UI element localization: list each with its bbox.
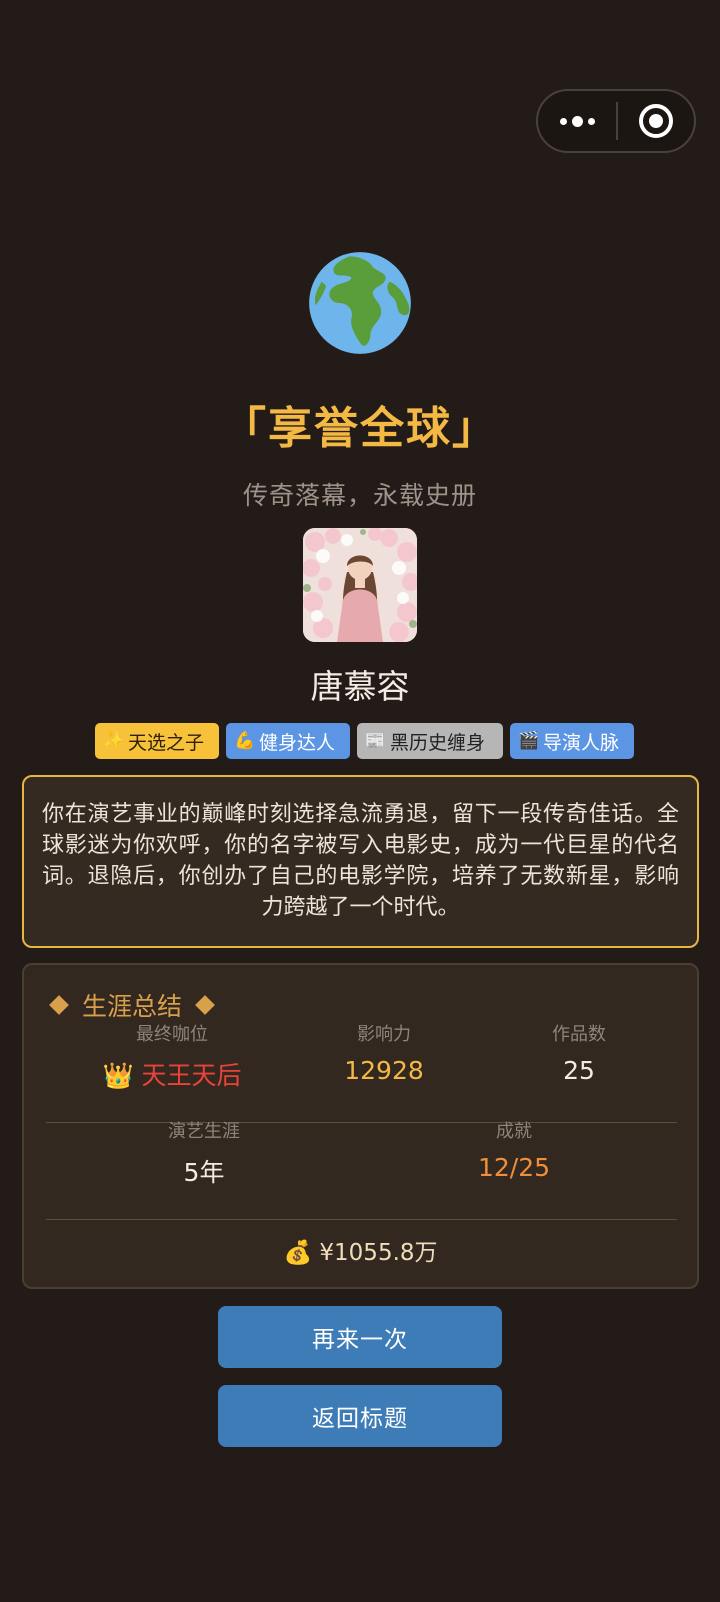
newspaper-icon: 📰 <box>365 731 387 751</box>
stat-career-length: 演艺生涯 5年 <box>104 1117 304 1189</box>
tag-label: 导演人脉 <box>543 731 620 754</box>
player-name: 唐慕容 <box>310 667 410 706</box>
avatar <box>303 528 417 642</box>
stat-label: 作品数 <box>552 1024 606 1045</box>
career-summary-card: 生涯总结 最终咖位 👑 天王天后 影响力 12928 作品数 25 演艺生涯 5… <box>22 963 699 1289</box>
crown-icon: 👑 <box>102 1061 134 1090</box>
sparkle-icon: ✨ <box>103 731 125 751</box>
more-options-button[interactable] <box>538 91 616 151</box>
money-bag-icon: 💰 <box>283 1240 313 1266</box>
clapperboard-icon: 🎬 <box>518 731 540 751</box>
summary-divider <box>46 1219 677 1220</box>
dot-icon <box>587 117 595 125</box>
stat-influence: 影响力 12928 <box>304 1020 464 1085</box>
stat-final-rank: 最终咖位 👑 天王天后 <box>72 1020 272 1092</box>
ending-story-card: 你在演艺事业的巅峰时刻选择急流勇退，留下一段传奇佳话。全球影迷为你欢呼，你的名字… <box>22 775 699 948</box>
stat-value: 5年 <box>183 1158 225 1187</box>
stat-label: 演艺生涯 <box>168 1121 240 1142</box>
ending-title: 「享誉全球」 <box>222 403 498 454</box>
tag-scandal: 📰 黑历史缠身 <box>357 723 503 759</box>
total-earnings: 💰 ¥1055.8万 <box>283 1240 438 1266</box>
summary-heading: 生涯总结 <box>48 987 216 1023</box>
tag-label: 天选之子 <box>128 731 205 754</box>
stat-label: 影响力 <box>357 1024 411 1045</box>
mini-program-capsule <box>536 89 696 153</box>
stat-works: 作品数 25 <box>504 1020 654 1085</box>
stat-value: 👑 天王天后 <box>102 1061 242 1090</box>
tag-label: 黑历史缠身 <box>390 731 486 754</box>
back-to-title-button[interactable]: 返回标题 <box>218 1385 502 1447</box>
stat-label: 成就 <box>496 1121 532 1142</box>
stat-label: 最终咖位 <box>136 1024 208 1045</box>
diamond-icon <box>195 995 215 1015</box>
trait-tags: ✨ 天选之子 💪 健身达人 📰 黑历史缠身 🎬 导演人脉 <box>95 723 634 759</box>
stat-value: 12928 <box>344 1056 424 1085</box>
target-close-icon <box>639 104 673 138</box>
ending-story-text: 你在演艺事业的巅峰时刻选择急流勇退，留下一段传奇佳话。全球影迷为你欢呼，你的名字… <box>42 802 679 920</box>
close-miniprogram-button[interactable] <box>618 91 694 151</box>
play-again-button[interactable]: 再来一次 <box>218 1306 502 1368</box>
tag-director-network: 🎬 导演人脉 <box>510 723 634 759</box>
dot-icon <box>559 117 567 125</box>
globe-icon <box>309 252 411 354</box>
stat-achievements: 成就 12/25 <box>424 1117 604 1182</box>
tag-label: 健身达人 <box>259 731 336 754</box>
stat-value: 25 <box>563 1056 595 1085</box>
muscle-icon: 💪 <box>234 731 256 751</box>
tag-fitness: 💪 健身达人 <box>226 723 350 759</box>
tag-chosen-one: ✨ 天选之子 <box>95 723 219 759</box>
stat-value: 12/25 <box>477 1153 551 1182</box>
dot-icon <box>571 115 583 127</box>
ending-subtitle: 传奇落幕，永载史册 <box>242 481 477 510</box>
diamond-icon <box>49 995 69 1015</box>
